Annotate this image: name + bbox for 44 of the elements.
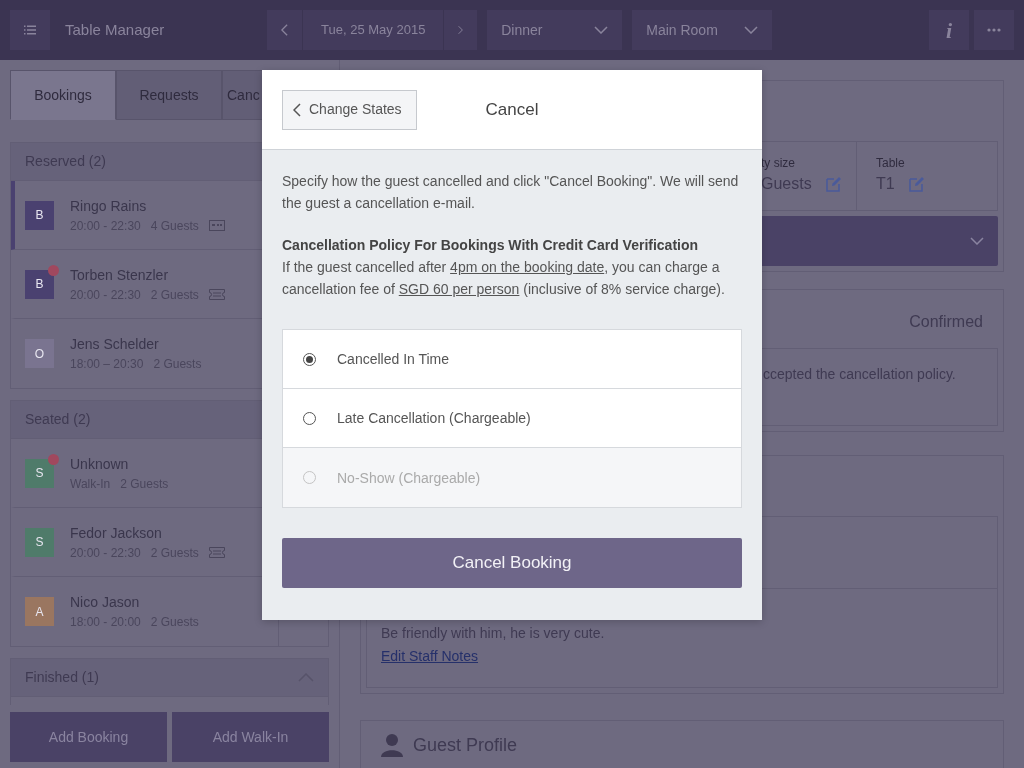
ticket-icon [208,289,225,300]
chevron-left-icon [293,102,301,117]
card-icon [208,220,225,231]
field-label: Table [876,155,906,172]
alert-dot [48,264,59,276]
radio-option[interactable]: Cancelled In Time [283,330,741,389]
person-icon [381,733,403,757]
app-title: Table Manager [65,19,165,40]
policy-link[interactable]: 4pm on the booking date [450,259,605,275]
info-button[interactable]: i [929,10,969,50]
edit-icon[interactable] [825,177,841,192]
avatar: A [25,597,54,626]
chevron-down-icon [594,26,609,34]
ticket-icon [208,547,225,558]
alert-dot [48,453,59,465]
avatar: S [25,527,54,557]
previous-day-button[interactable] [267,10,303,50]
shift-dropdown[interactable]: Dinner [487,10,623,50]
add-button[interactable]: Add Booking [10,712,167,762]
next-day-button[interactable] [444,10,478,50]
add-button[interactable]: Add Walk-In [172,712,329,762]
field-label: ty size [761,155,796,172]
tab[interactable]: Requests [116,70,222,120]
menu-icon [24,24,36,36]
menu-button[interactable] [10,10,50,50]
policy-link[interactable]: SGD 60 per person [398,281,520,297]
chevron-left-icon [281,23,289,37]
avatar: B [25,200,54,230]
edit-icon[interactable] [908,177,924,192]
chevron-right-icon [458,23,464,37]
chevron-down-icon [744,26,759,34]
back-button[interactable]: Change States [282,89,417,130]
date-button[interactable]: Tue, 25 May 2015 [303,10,444,50]
room-dropdown[interactable]: Main Room [632,10,773,50]
radio-option[interactable]: Late Cancellation (Chargeable) [283,389,741,448]
more-button[interactable] [974,10,1014,50]
tab[interactable]: Bookings [10,70,116,120]
cancel-booking-button[interactable]: Cancel Booking [282,538,742,588]
radio-option: No-Show (Chargeable) [283,448,741,507]
modal-title: Cancel [485,98,539,121]
more-icon [987,28,1001,32]
edit-notes-link[interactable]: Edit Staff Notes [381,646,478,667]
chevron-down-icon [970,237,984,245]
avatar: O [25,339,54,368]
